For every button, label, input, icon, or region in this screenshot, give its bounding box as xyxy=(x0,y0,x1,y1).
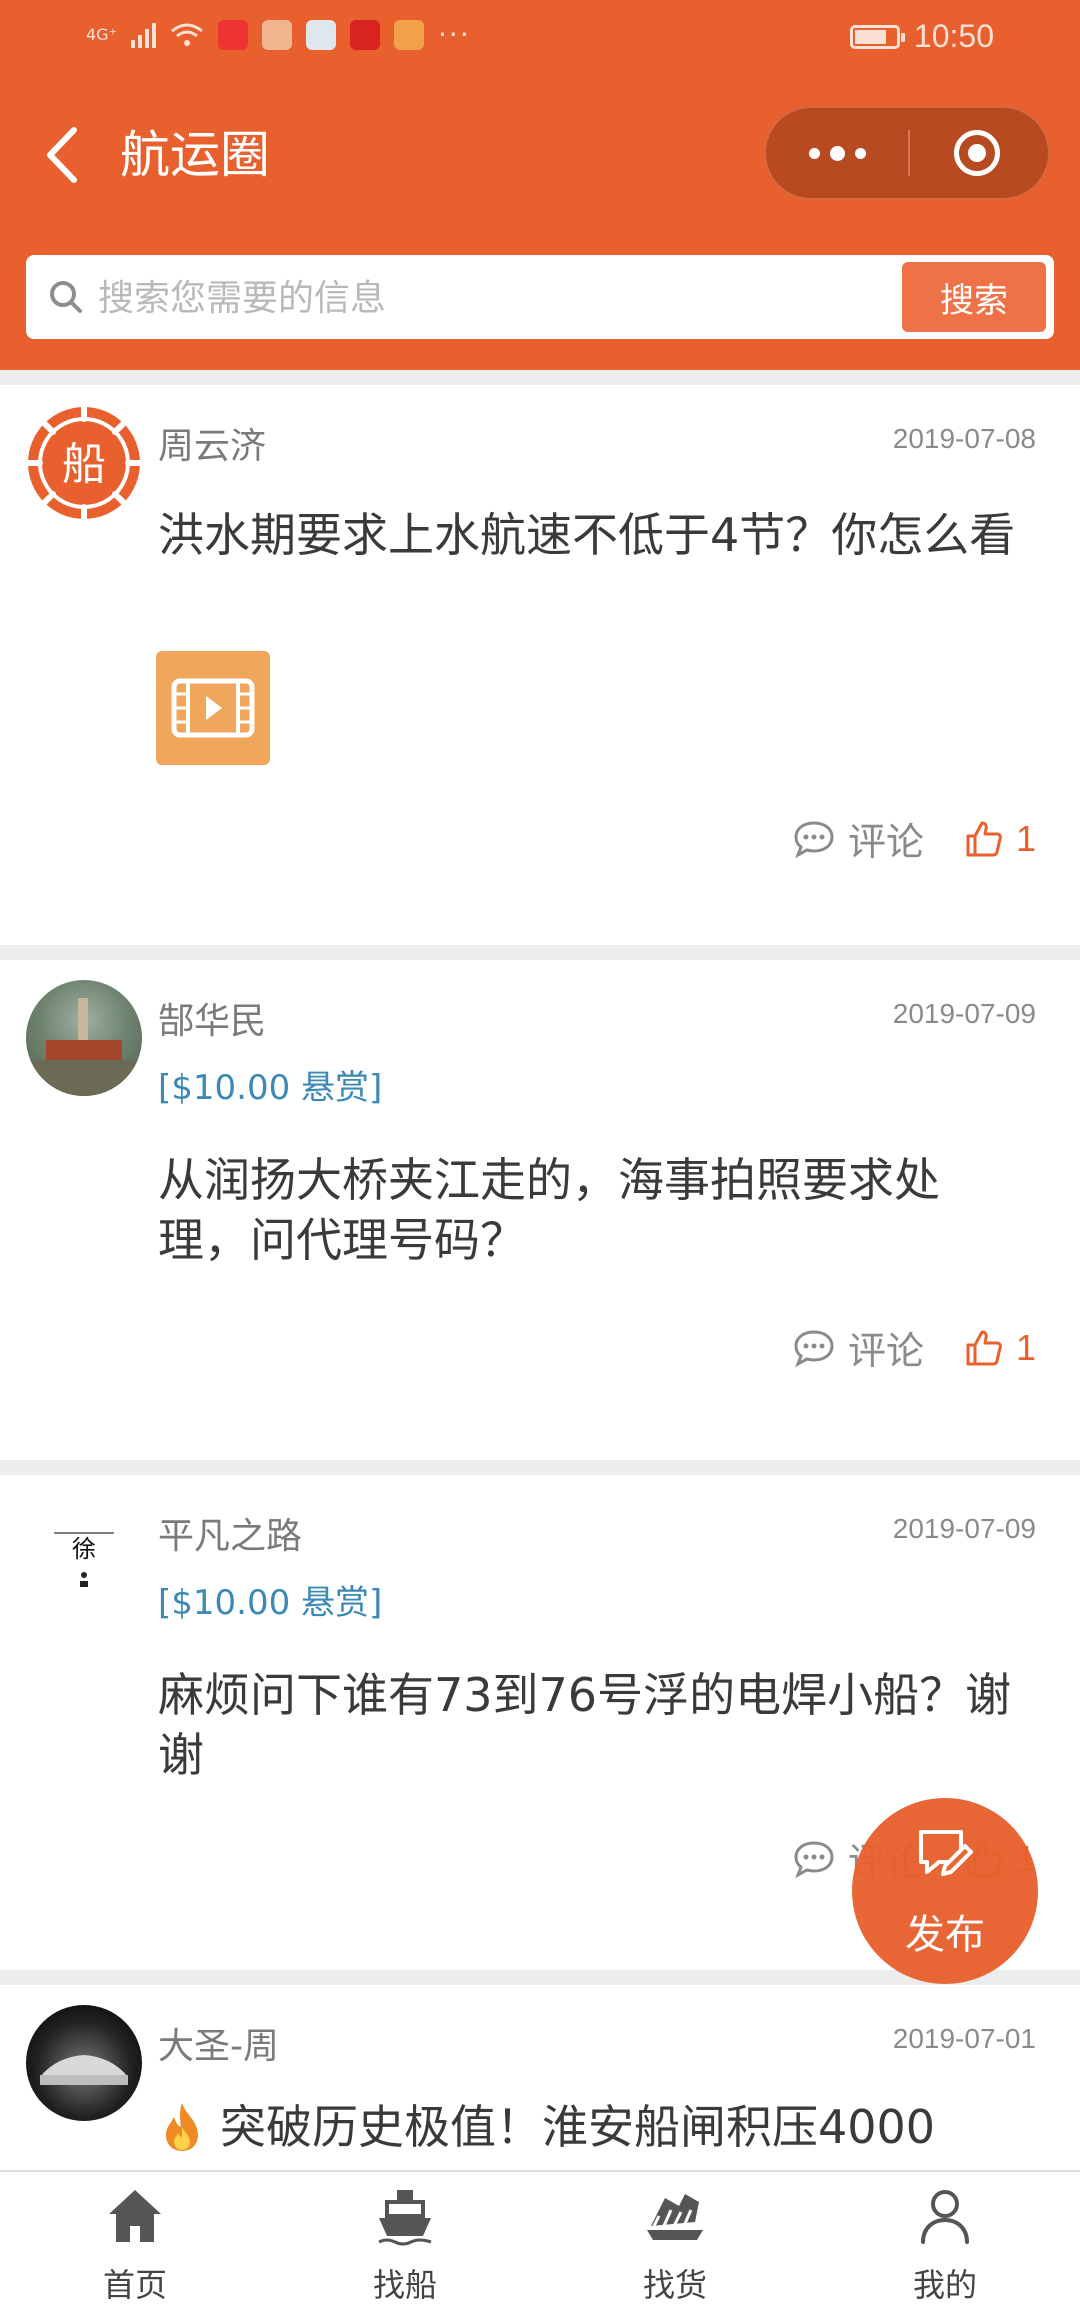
post-date: 2019-07-01 xyxy=(892,2023,1036,2054)
like-count: 1 xyxy=(1015,817,1036,859)
search-icon xyxy=(50,281,82,313)
avatar-text: 徐 xyxy=(72,1535,96,1563)
thumbs-up-icon xyxy=(966,821,1002,856)
video-play-icon xyxy=(171,678,255,738)
back-arrow-icon[interactable] xyxy=(38,122,98,188)
avatar[interactable]: 徐 xyxy=(26,1495,142,1611)
tab-label: 我的 xyxy=(912,2266,977,2304)
post-content[interactable]: 麻烦问下谁有73到76号浮的电焊小船？谢谢 xyxy=(158,1665,1028,1785)
fab-label: 发布 xyxy=(905,1912,985,1958)
capsule-divider xyxy=(908,130,910,176)
bottom-tab-bar: 首页 找船 找货 我的 xyxy=(0,2170,1080,2312)
post-author[interactable]: 大圣-周 xyxy=(158,2017,279,2069)
avatar[interactable]: 船 xyxy=(26,405,142,521)
ship-logo-icon: 船 xyxy=(26,405,142,521)
nav-bar: 航运圈 xyxy=(0,100,1080,210)
like-count: 1 xyxy=(1015,1326,1036,1368)
post-date: 2019-07-09 xyxy=(892,1513,1036,1544)
comment-label: 评论 xyxy=(847,820,924,864)
briefcase-app-icon xyxy=(262,20,293,50)
post-date: 2019-07-08 xyxy=(892,423,1036,454)
post-card[interactable]: 船 周云济 2019-07-08 洪水期要求上水航速不低于4节？你怎么看 评论 … xyxy=(0,385,1080,945)
like-button[interactable]: 1 xyxy=(964,1327,1036,1369)
compose-icon xyxy=(919,1830,973,1876)
tab-mine[interactable]: 我的 xyxy=(810,2172,1080,2312)
app-header: 4G⁺ ··· 10:50 航运圈 搜索 xyxy=(0,0,1080,370)
post-actions: 评论 1 xyxy=(792,811,1036,866)
post-content-text: 突破历史极值！淮安船闸积压4000 xyxy=(220,2100,936,2154)
status-bar-right: 10:50 xyxy=(849,18,994,55)
ship-icon xyxy=(378,2190,432,2246)
search-input[interactable] xyxy=(96,265,600,331)
orange-app-icon xyxy=(394,20,425,50)
post-card[interactable]: 大圣-周 2019-07-01 突破历史极值！淮安船闸积压4000 xyxy=(0,1985,1080,2185)
comment-button[interactable]: 评论 xyxy=(792,811,924,866)
stock-app-icon xyxy=(350,20,381,50)
status-bar-left: 4G⁺ ··· xyxy=(86,20,471,50)
comment-button[interactable]: 评论 xyxy=(792,1320,924,1375)
post-author[interactable]: 周云济 xyxy=(158,417,266,469)
tab-find-cargo[interactable]: 找货 xyxy=(540,2172,810,2312)
signal-icon xyxy=(131,22,157,48)
post-actions: 评论 1 xyxy=(792,1320,1036,1375)
miniprogram-capsule xyxy=(764,106,1050,200)
fire-icon xyxy=(166,2103,198,2151)
post-content[interactable]: 洪水期要求上水航速不低于4节？你怎么看 xyxy=(158,505,1028,565)
avatar-text: 船 xyxy=(62,439,106,490)
tab-label: 找船 xyxy=(372,2266,437,2304)
post-card[interactable]: 郜华民 2019-07-09 [$10.00 悬赏] 从润扬大桥夹江走的，海事拍… xyxy=(0,960,1080,1460)
user-icon xyxy=(921,2190,969,2244)
like-button[interactable]: 1 xyxy=(964,818,1036,860)
post-date: 2019-07-09 xyxy=(892,998,1036,1029)
browser-app-icon xyxy=(306,20,337,50)
more-options-button[interactable] xyxy=(766,108,908,198)
avatar-logo: 徐 xyxy=(54,1532,114,1587)
post-author[interactable]: 郜华民 xyxy=(158,992,266,1044)
avatar[interactable] xyxy=(26,2005,142,2121)
avatar[interactable] xyxy=(26,980,142,1096)
post-content[interactable]: 从润扬大桥夹江走的，海事拍照要求处理，问代理号码？ xyxy=(158,1150,1028,1270)
comment-icon xyxy=(794,1329,834,1367)
avatar-photo xyxy=(26,998,142,1096)
tab-label: 首页 xyxy=(102,2266,167,2304)
search-bar: 搜索 xyxy=(26,255,1054,339)
close-miniprogram-button[interactable] xyxy=(954,130,1000,176)
bounty-tag: [$10.00 悬赏] xyxy=(158,1583,383,1623)
video-thumbnail[interactable] xyxy=(156,651,270,765)
home-icon xyxy=(109,2190,161,2242)
more-notifications: ··· xyxy=(438,18,471,51)
search-button[interactable]: 搜索 xyxy=(902,262,1046,332)
battery-icon xyxy=(849,24,905,49)
video-app-icon xyxy=(218,20,249,50)
page-title: 航运圈 xyxy=(120,126,270,184)
post-content[interactable]: 突破历史极值！淮安船闸积压4000 xyxy=(158,2097,1028,2157)
thumbs-up-icon xyxy=(966,1330,1002,1365)
car-photo xyxy=(40,2055,128,2085)
comment-label: 评论 xyxy=(847,1329,924,1373)
network-type: 4G⁺ xyxy=(86,25,118,44)
comment-icon xyxy=(794,820,834,858)
status-bar: 4G⁺ ··· 10:50 xyxy=(0,0,1080,80)
clock: 10:50 xyxy=(913,18,994,54)
tab-find-ship[interactable]: 找船 xyxy=(270,2172,540,2312)
tab-home[interactable]: 首页 xyxy=(0,2172,270,2312)
bounty-tag: [$10.00 悬赏] xyxy=(158,1068,383,1108)
cargo-icon xyxy=(647,2194,703,2240)
post-author[interactable]: 平凡之路 xyxy=(158,1507,302,1559)
publish-fab[interactable]: 发布 xyxy=(852,1798,1038,1984)
comment-icon xyxy=(794,1840,834,1878)
tab-label: 找货 xyxy=(642,2266,707,2304)
wifi-icon xyxy=(171,23,203,46)
